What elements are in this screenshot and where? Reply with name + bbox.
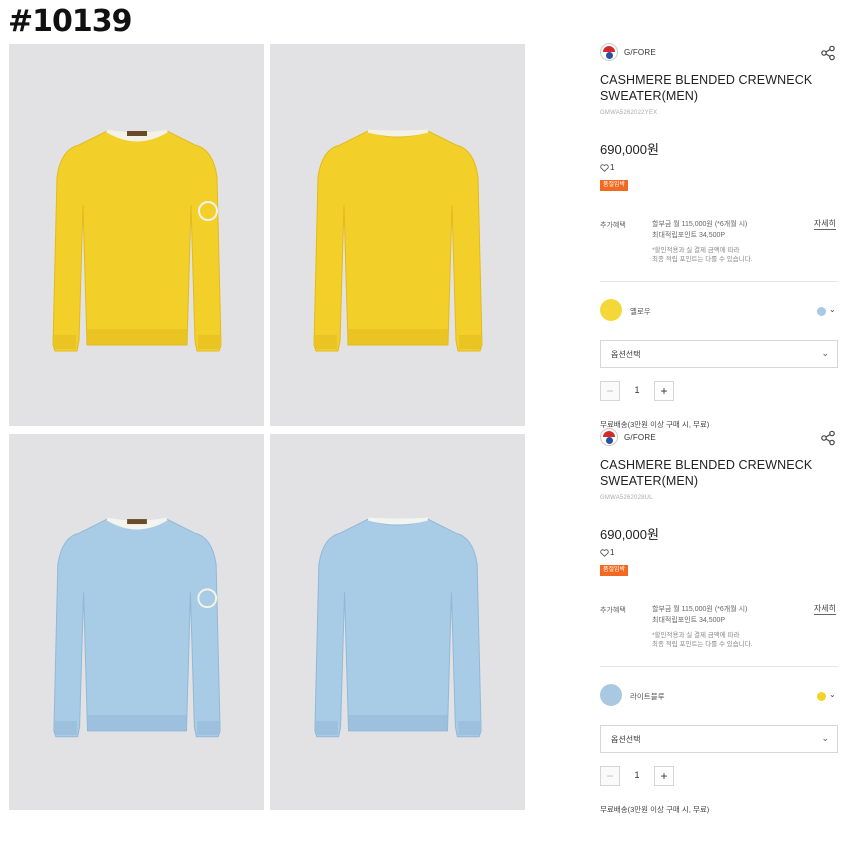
benefit-note: *할인적용과 실 결제 금액에 따라 최종 적립 포인트는 다를 수 있습니다. <box>652 631 753 649</box>
collar-label <box>127 131 147 136</box>
detail-link[interactable]: 자세히 <box>813 219 836 230</box>
option-select[interactable]: 옵션선택 ⌄ <box>600 340 838 368</box>
sweater-hem <box>348 715 448 731</box>
product-sku: GMWA5262028UL <box>600 495 653 501</box>
benefit-details: 할부금 월 115,000원 (*6개월 시) 최대적립포인트 34,500P <box>652 604 747 626</box>
heart-icon <box>600 163 609 172</box>
benefit-note: *할인적용과 실 결제 금액에 따라 최종 적립 포인트는 다를 수 있습니다. <box>652 246 753 264</box>
photo-blue-front[interactable] <box>9 434 264 810</box>
alt-color-dot[interactable] <box>817 692 826 701</box>
sweater-hem <box>87 329 187 345</box>
product-title: CASHMERE BLENDED CREWNECK SWEATER(MEN) <box>600 73 813 103</box>
installment-text: 할부금 월 115,000원 (*6개월 시) <box>652 606 748 613</box>
brand-logo-icon <box>600 43 618 61</box>
sweater-body <box>313 130 483 352</box>
quantity-decrement-button[interactable]: − <box>600 766 620 786</box>
sweater-body <box>314 518 482 738</box>
sweater-hem <box>348 329 448 345</box>
product-sku: GMWA5262022YEX <box>600 110 658 116</box>
option-select[interactable]: 옵션선택 ⌄ <box>600 725 838 753</box>
sweater-light-blue-front <box>53 517 221 738</box>
brand-row[interactable]: G/FORE <box>600 428 656 446</box>
sweater-cuff <box>315 720 338 735</box>
quantity-value[interactable]: 1 <box>622 770 652 780</box>
chevron-down-icon: ⌄ <box>821 348 829 358</box>
points-text: 최대적립포인트 34,500P <box>652 617 726 624</box>
benefit-note-line1: *할인적용과 실 결제 금액에 따라 <box>652 247 740 254</box>
benefit-note-line1: *할인적용과 실 결제 금액에 따라 <box>652 632 740 639</box>
benefit-label: 추가혜택 <box>600 607 626 614</box>
color-swatch <box>600 684 622 706</box>
benefit-details: 할부금 월 115,000원 (*6개월 시) 최대적립포인트 34,500P <box>652 219 747 241</box>
quantity-increment-button[interactable]: + <box>654 766 674 786</box>
divider <box>600 281 838 282</box>
product-price: 690,000원 <box>600 527 659 542</box>
photo-blue-back[interactable] <box>270 434 525 810</box>
status-badge: 품절임박 <box>600 565 629 576</box>
chevron-down-icon[interactable]: ⌄ <box>829 305 836 314</box>
product-price: 690,000원 <box>600 142 659 157</box>
share-icon[interactable] <box>820 45 836 61</box>
heart-icon <box>600 548 609 557</box>
sweater-yellow-front <box>52 129 222 352</box>
like-button[interactable]: 1 <box>600 548 614 557</box>
installment-text: 할부금 월 115,000원 (*6개월 시) <box>652 221 748 228</box>
option-select-label: 옵션선택 <box>611 350 641 359</box>
status-badge: 품절임박 <box>600 180 629 191</box>
brand-row[interactable]: G/FORE <box>600 43 656 61</box>
divider <box>600 666 838 667</box>
benefit-note-line2: 최종 적립 포인트는 다를 수 있습니다. <box>652 256 753 263</box>
sweater-light-blue-back <box>314 517 482 738</box>
sweater-body <box>53 518 221 738</box>
like-button[interactable]: 1 <box>600 163 614 172</box>
sweater-yellow-back <box>313 129 483 352</box>
color-swatch <box>600 299 622 321</box>
share-icon[interactable] <box>820 430 836 446</box>
benefit-label: 추가혜택 <box>600 222 626 229</box>
alt-color-dot[interactable] <box>817 307 826 316</box>
product-panel-lightblue: G/FORE CASHMERE BLENDED CREWNECK SWEATER… <box>600 385 838 815</box>
sweater-collar <box>367 129 429 137</box>
page-tag: #10139 <box>8 4 133 39</box>
sweater-cuff <box>315 335 337 349</box>
brand-name: G/FORE <box>624 432 656 442</box>
option-select-label: 옵션선택 <box>611 735 641 744</box>
color-name: 라이트블루 <box>630 692 665 701</box>
chevron-down-icon[interactable]: ⌄ <box>829 690 836 699</box>
sweater-cuff <box>198 335 220 349</box>
photo-yellow-back[interactable] <box>270 44 525 426</box>
product-panel-yellow: G/FORE CASHMERE BLENDED CREWNECK SWEATER… <box>600 0 838 430</box>
chevron-down-icon: ⌄ <box>821 733 829 743</box>
sweater-cuff <box>54 720 77 735</box>
brand-logo-icon <box>600 428 618 446</box>
photo-yellow-front[interactable] <box>9 44 264 426</box>
sweater-cuff <box>458 720 481 735</box>
sweater-body <box>52 130 222 352</box>
sweater-cuff <box>197 720 220 735</box>
sweater-cuff <box>459 335 481 349</box>
sweater-hem <box>87 715 187 731</box>
sweater-cuff <box>54 335 76 349</box>
brand-name: G/FORE <box>624 47 656 57</box>
points-text: 최대적립포인트 34,500P <box>652 232 726 239</box>
like-count: 1 <box>610 163 615 172</box>
sweater-collar <box>367 517 429 525</box>
collar-label <box>127 519 147 525</box>
like-count: 1 <box>610 548 615 557</box>
color-name: 옐로우 <box>630 307 651 316</box>
detail-link[interactable]: 자세히 <box>813 604 836 615</box>
benefit-note-line2: 최종 적립 포인트는 다를 수 있습니다. <box>652 641 753 648</box>
shipping-text: 무료배송(3만원 이상 구매 시, 무료) <box>600 805 710 814</box>
product-title: CASHMERE BLENDED CREWNECK SWEATER(MEN) <box>600 458 813 488</box>
